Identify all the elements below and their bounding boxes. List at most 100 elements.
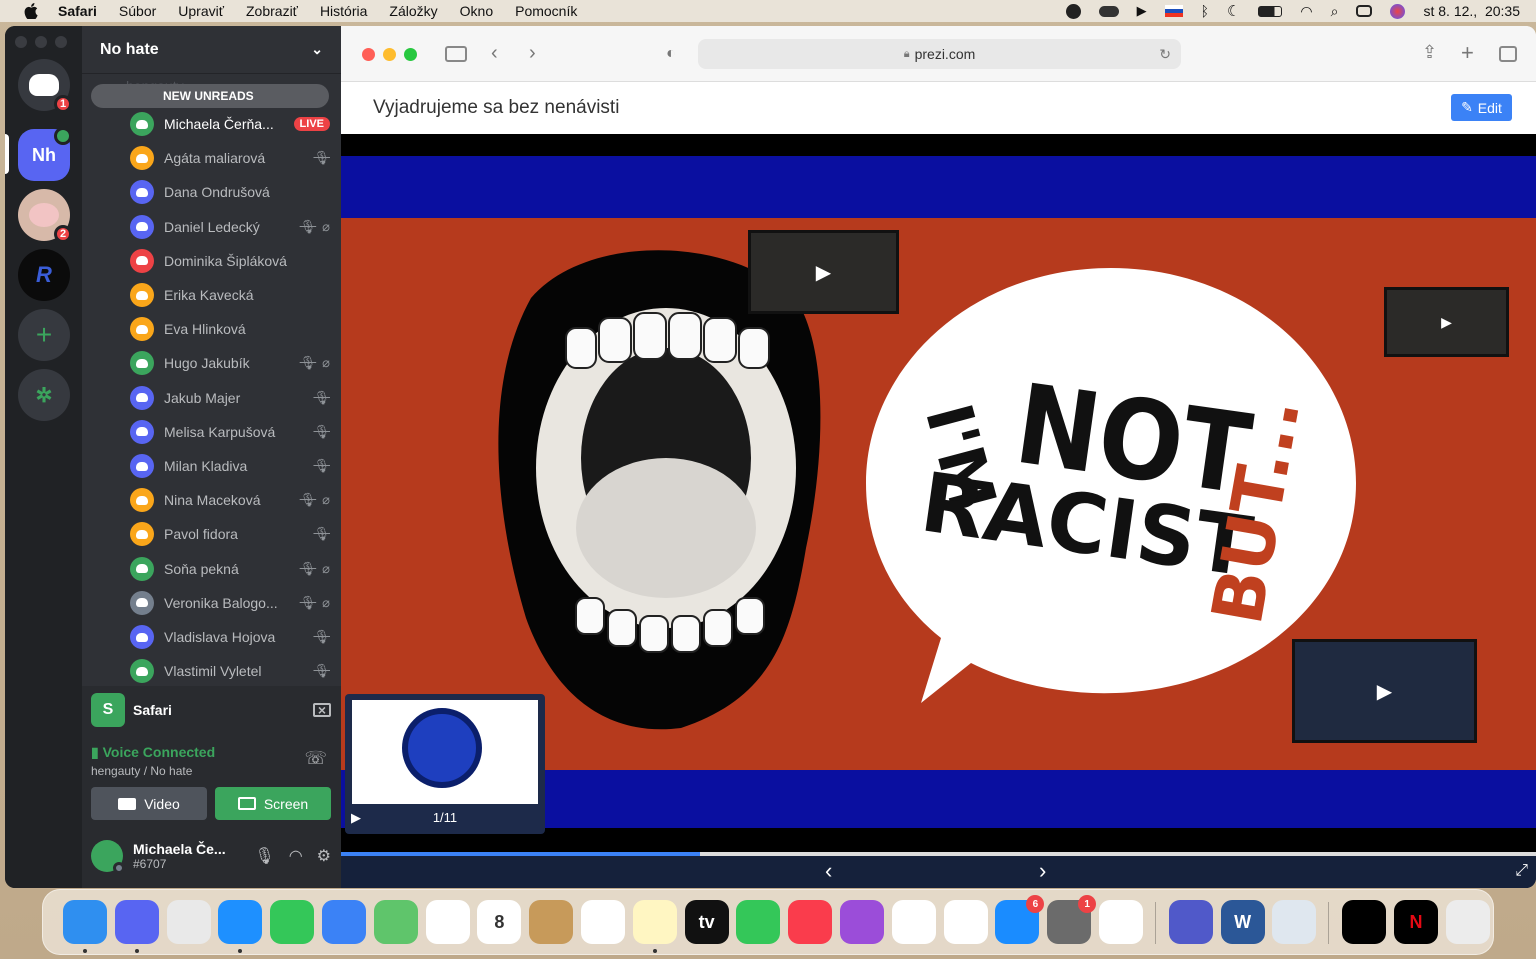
dock-calendar-icon[interactable]: 8 xyxy=(477,900,522,944)
dock-music-icon[interactable] xyxy=(788,900,833,944)
dock-preview-icon[interactable] xyxy=(1272,900,1317,944)
privacy-shield-icon[interactable]: ◐ xyxy=(666,45,676,63)
search-icon[interactable]: ⌕ xyxy=(1331,3,1339,20)
voice-connected-status[interactable]: ▮ Voice Connected xyxy=(91,744,215,761)
reload-icon[interactable]: ↻ xyxy=(1159,46,1171,63)
video-thumbnail-3[interactable]: ▶ xyxy=(1292,639,1477,743)
member-row[interactable]: Nina Maceková 🎙︎ ⌀ xyxy=(130,486,330,514)
dock-mail-icon[interactable] xyxy=(322,900,366,944)
server-pig[interactable]: 2 xyxy=(18,189,72,243)
new-unreads-pill[interactable]: NEW UNREADS xyxy=(91,84,329,108)
menu-bookmarks[interactable]: Záložky xyxy=(389,3,437,19)
member-row[interactable]: Dana Ondrušová xyxy=(130,178,330,206)
tab-overview-icon[interactable] xyxy=(1499,46,1517,62)
menu-file[interactable]: Súbor xyxy=(119,3,156,19)
cloud-icon[interactable] xyxy=(1098,5,1119,17)
video-button[interactable]: Video xyxy=(91,787,207,820)
menu-window[interactable]: Okno xyxy=(460,3,493,19)
dock-safari-icon[interactable] xyxy=(218,900,263,944)
dock-pages-icon[interactable] xyxy=(943,900,988,944)
dock-messenger-icon[interactable] xyxy=(1099,900,1143,944)
dock-messages-icon[interactable] xyxy=(270,900,315,944)
flag-slovakia-icon[interactable] xyxy=(1164,5,1183,17)
next-slide-button[interactable]: › xyxy=(1039,858,1046,884)
member-row[interactable]: Michaela Čerňa... LIVE xyxy=(130,110,330,138)
dock-numbers-icon[interactable] xyxy=(891,900,936,944)
menu-view[interactable]: Zobraziť xyxy=(246,3,298,19)
minimize-window-button[interactable] xyxy=(383,48,396,61)
address-bar[interactable]: 🔒︎ prezi.com ↻ xyxy=(698,39,1181,69)
dock-notes-icon[interactable] xyxy=(632,900,677,944)
member-row[interactable]: Agáta maliarová 🎙︎ xyxy=(130,144,330,172)
avatar[interactable] xyxy=(91,840,125,874)
server-ravex[interactable]: R xyxy=(18,249,70,301)
dock-maps-icon[interactable] xyxy=(373,900,418,944)
add-server-button[interactable]: + xyxy=(18,309,70,361)
member-row[interactable]: Dominika Šipláková xyxy=(130,247,330,275)
new-tab-icon[interactable]: + xyxy=(1461,40,1474,66)
menu-clock[interactable]: st 8. 12., 20:35 xyxy=(1423,3,1520,19)
member-row[interactable]: Eva Hlinková xyxy=(130,315,330,343)
member-row[interactable]: Veronika Balogo... 🎙︎ ⌀ xyxy=(130,589,330,617)
dock-podcasts-icon[interactable] xyxy=(840,900,884,944)
stop-share-icon[interactable]: × xyxy=(313,702,331,718)
video-thumbnail-1[interactable]: ▶ xyxy=(748,230,899,314)
wifi-icon[interactable]: ◠ xyxy=(1300,3,1312,20)
menu-help[interactable]: Pomocník xyxy=(515,3,577,19)
screen-share-row[interactable]: S Safari × xyxy=(91,692,331,728)
dock-word-icon[interactable]: W xyxy=(1220,900,1265,944)
member-row[interactable]: Vladislava Hojova 🎙︎ xyxy=(130,623,330,651)
server-home[interactable]: 1 xyxy=(18,59,72,113)
voice-location[interactable]: hengauty / No hate xyxy=(91,764,192,778)
recording-icon[interactable] xyxy=(1065,3,1081,19)
server-no-hate[interactable]: Nh xyxy=(18,127,72,181)
member-row[interactable]: Melisa Karpušová 🎙︎ xyxy=(130,418,330,446)
edit-button[interactable]: ✎ Edit xyxy=(1451,94,1512,121)
dock-apple-tv-icon[interactable]: tv xyxy=(684,900,729,944)
dock-finder-icon[interactable] xyxy=(63,900,107,944)
member-row[interactable]: Hugo Jakubík 🎙︎ ⌀ xyxy=(130,349,330,377)
dock-contacts-icon[interactable] xyxy=(529,900,574,944)
play-icon[interactable]: ▶ xyxy=(1137,3,1147,19)
dock-trash-icon[interactable] xyxy=(1445,900,1490,944)
explore-servers-button[interactable]: ✲ xyxy=(18,369,70,421)
server-header[interactable]: No hate ⌄ xyxy=(82,26,341,74)
member-row[interactable]: Jakub Majer 🎙︎ xyxy=(130,384,330,412)
dock-app-store-icon[interactable]: 6 xyxy=(995,895,1045,944)
dock-launchpad-icon[interactable] xyxy=(166,900,211,944)
sidebar-toggle-icon[interactable] xyxy=(445,46,467,62)
settings-gear-icon[interactable]: ⚙ xyxy=(317,846,331,866)
video-thumbnail-2[interactable]: ▶ xyxy=(1384,287,1509,357)
prev-slide-button[interactable]: ‹ xyxy=(825,858,832,884)
siri-icon[interactable] xyxy=(1390,3,1406,19)
zoom-window-button[interactable] xyxy=(404,48,417,61)
menu-app-name[interactable]: Safari xyxy=(58,3,97,19)
dock-spotify-icon[interactable] xyxy=(1342,900,1387,944)
microphone-icon[interactable]: 🎙︎ xyxy=(254,846,274,866)
moon-icon[interactable]: ☾ xyxy=(1227,2,1240,20)
battery-icon[interactable] xyxy=(1258,5,1283,17)
headphones-icon[interactable]: ◠ xyxy=(289,846,303,866)
disconnect-icon[interactable]: ☏ xyxy=(304,748,327,769)
back-icon[interactable]: ‹ xyxy=(491,42,498,65)
dock-discord-icon[interactable] xyxy=(114,900,159,944)
zoom-window-button[interactable] xyxy=(55,36,67,48)
member-row[interactable]: Erika Kavecká xyxy=(130,281,330,309)
menu-history[interactable]: História xyxy=(320,3,367,19)
close-window-button[interactable] xyxy=(362,48,375,61)
dock-system-preferences-icon[interactable]: 1 xyxy=(1047,895,1097,944)
member-row[interactable]: Pavol fidora 🎙︎ xyxy=(130,520,330,548)
screen-button[interactable]: Screen xyxy=(215,787,331,820)
fullscreen-icon[interactable]: ⤢ xyxy=(1515,862,1528,880)
close-window-button[interactable] xyxy=(15,36,27,48)
bluetooth-icon[interactable]: ᛒ xyxy=(1201,3,1209,19)
member-row[interactable]: Vlastimil Vyletel 🎙︎ xyxy=(130,657,330,685)
dock-facetime-icon[interactable] xyxy=(736,900,781,944)
menu-edit[interactable]: Upraviť xyxy=(178,3,224,19)
dock-photos-icon[interactable] xyxy=(425,900,470,944)
dock-reminders-icon[interactable] xyxy=(581,900,625,944)
share-icon[interactable]: ⇪ xyxy=(1422,42,1437,63)
member-row[interactable]: Soňa pekná 🎙︎ ⌀ xyxy=(130,555,330,583)
dock-teams-icon[interactable] xyxy=(1168,900,1213,944)
apple-menu-icon[interactable] xyxy=(22,3,40,19)
